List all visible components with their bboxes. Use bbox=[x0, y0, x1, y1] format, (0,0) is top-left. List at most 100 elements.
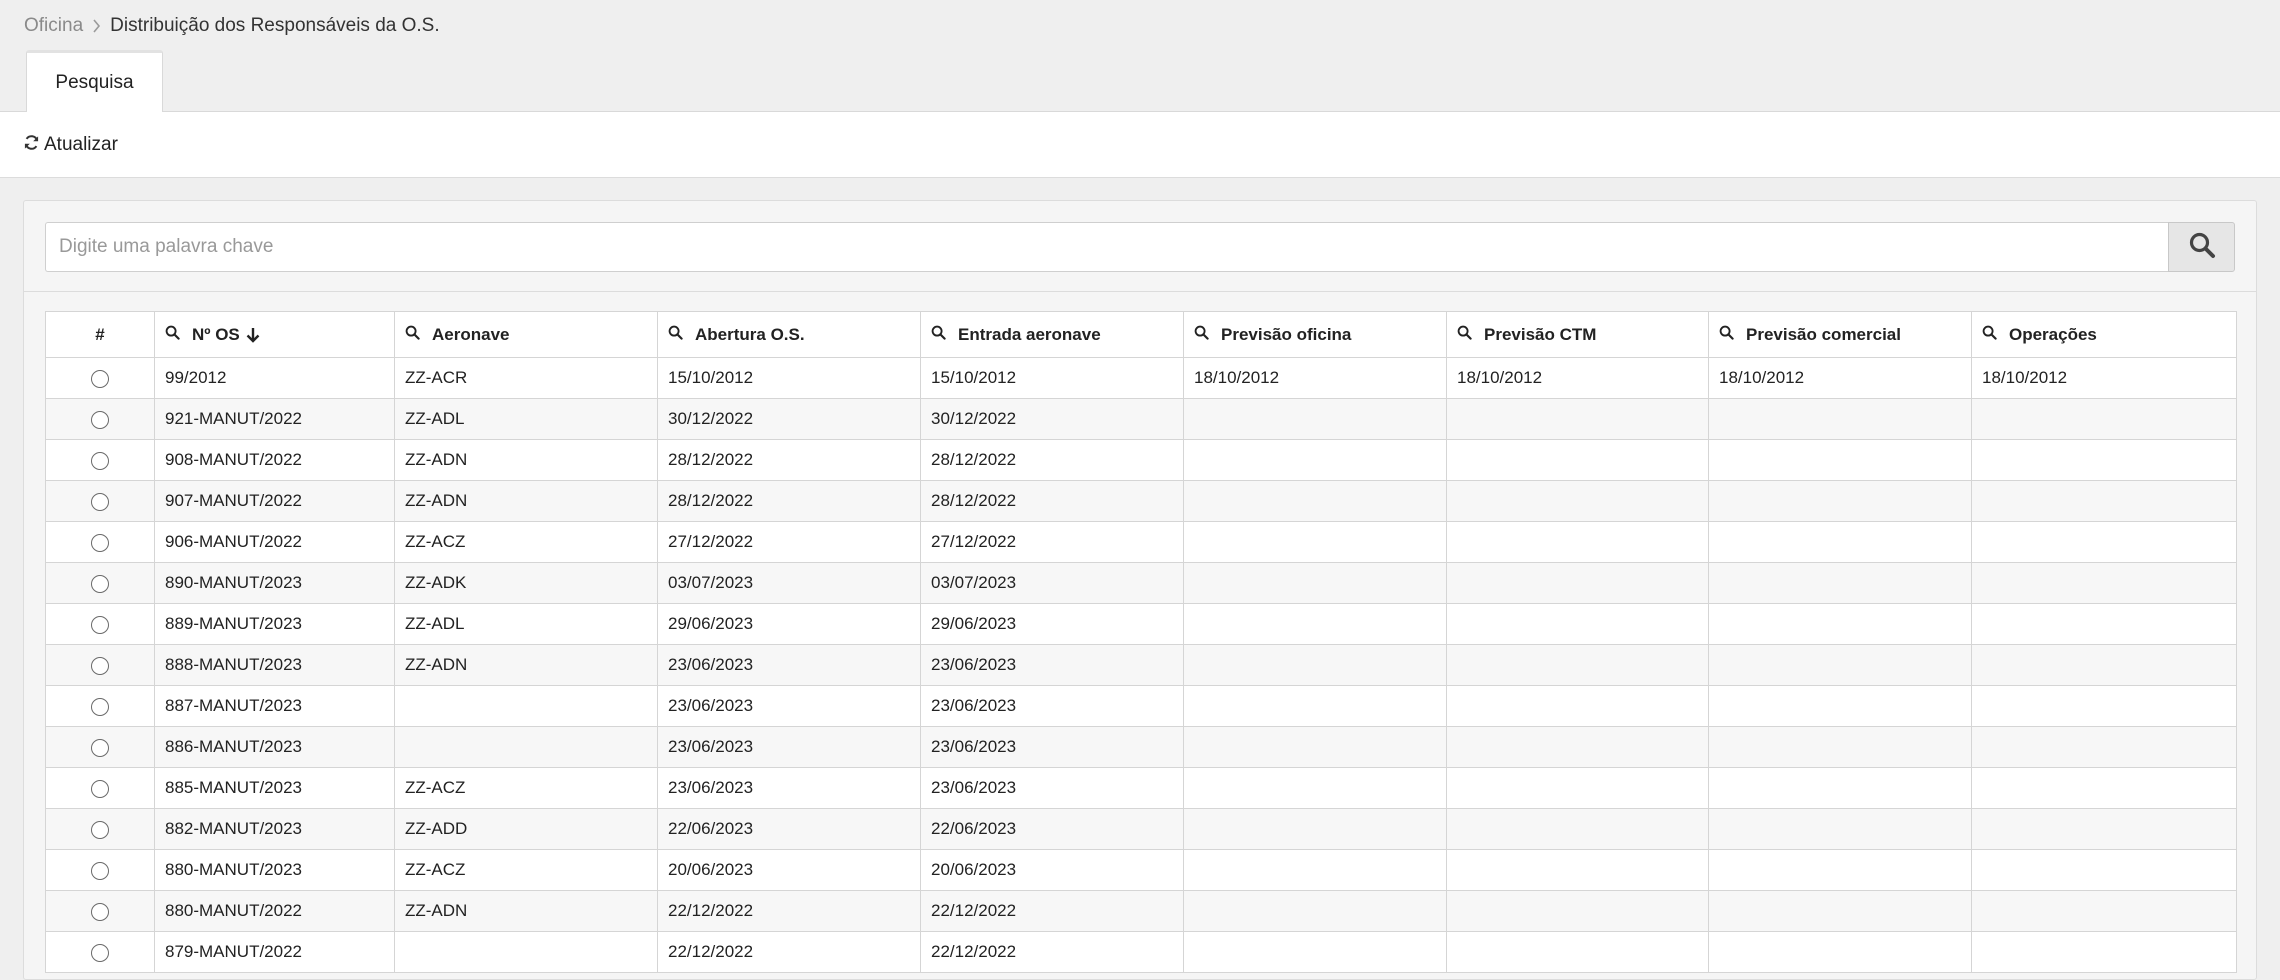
breadcrumb: Oficina Distribuição dos Responsáveis da… bbox=[24, 12, 440, 40]
row-radio[interactable] bbox=[91, 615, 109, 634]
table-row[interactable]: 890-MANUT/2023 ZZ-ADK 03/07/2023 03/07/2023 bbox=[45, 562, 2237, 604]
table-row[interactable]: 921-MANUT/2022 ZZ-ADL 30/12/2022 30/12/2022 bbox=[45, 398, 2237, 440]
cell-select bbox=[45, 398, 155, 440]
cell-previsao-ctm bbox=[1446, 562, 1709, 604]
cell-previsao-ctm bbox=[1446, 603, 1709, 645]
cell-select bbox=[45, 480, 155, 522]
column-header-previsao-ctm[interactable]: Previsão CTM bbox=[1446, 311, 1709, 358]
cell-entrada: 20/06/2023 bbox=[920, 849, 1184, 891]
row-radio[interactable] bbox=[91, 943, 109, 962]
cell-abertura: 23/06/2023 bbox=[657, 726, 921, 768]
row-radio[interactable] bbox=[91, 492, 109, 511]
cell-entrada: 23/06/2023 bbox=[920, 644, 1184, 686]
row-radio[interactable] bbox=[91, 369, 109, 388]
cell-previsao-ctm bbox=[1446, 808, 1709, 850]
cell-select bbox=[45, 603, 155, 645]
cell-aeronave: ZZ-ACZ bbox=[394, 767, 658, 809]
tab-pesquisa[interactable]: Pesquisa bbox=[26, 50, 163, 113]
search-bar bbox=[45, 222, 2235, 272]
search-icon[interactable] bbox=[1194, 325, 1221, 345]
table-row[interactable]: 888-MANUT/2023 ZZ-ADN 23/06/2023 23/06/2023 bbox=[45, 644, 2237, 686]
cell-entrada: 28/12/2022 bbox=[920, 439, 1184, 481]
column-label: Operações bbox=[2009, 324, 2097, 344]
row-radio[interactable] bbox=[91, 533, 109, 552]
cell-abertura: 23/06/2023 bbox=[657, 767, 921, 809]
row-radio[interactable] bbox=[91, 738, 109, 757]
search-icon[interactable] bbox=[1982, 325, 2009, 345]
cell-os: 889-MANUT/2023 bbox=[154, 603, 395, 645]
cell-previsao-ctm bbox=[1446, 890, 1709, 932]
row-radio[interactable] bbox=[91, 697, 109, 716]
cell-previsao-ctm: 18/10/2012 bbox=[1446, 357, 1709, 399]
search-icon[interactable] bbox=[1719, 325, 1746, 345]
cell-operacoes bbox=[1971, 603, 2237, 645]
table-row[interactable]: 99/2012 ZZ-ACR 15/10/2012 15/10/2012 18/10/2… bbox=[45, 357, 2237, 399]
cell-entrada: 30/12/2022 bbox=[920, 398, 1184, 440]
cell-entrada: 27/12/2022 bbox=[920, 521, 1184, 563]
column-header-os[interactable]: Nº OS bbox=[154, 311, 395, 358]
results-table-container: # Nº OS Aeronave Abertura O.S. Entrada a… bbox=[45, 311, 2237, 973]
table-row[interactable]: 880-MANUT/2022 ZZ-ADN 22/12/2022 22/12/2022 bbox=[45, 890, 2237, 932]
search-icon[interactable] bbox=[931, 325, 958, 345]
column-header-aeronave[interactable]: Aeronave bbox=[394, 311, 658, 358]
row-radio[interactable] bbox=[91, 779, 109, 798]
cell-previsao-comercial bbox=[1708, 480, 1972, 522]
row-radio[interactable] bbox=[91, 820, 109, 839]
cell-operacoes bbox=[1971, 398, 2237, 440]
cell-abertura: 28/12/2022 bbox=[657, 480, 921, 522]
cell-os: 879-MANUT/2022 bbox=[154, 931, 395, 973]
table-row[interactable]: 882-MANUT/2023 ZZ-ADD 22/06/2023 22/06/2023 bbox=[45, 808, 2237, 850]
cell-operacoes bbox=[1971, 849, 2237, 891]
column-header-entrada[interactable]: Entrada aeronave bbox=[920, 311, 1184, 358]
table-row[interactable]: 908-MANUT/2022 ZZ-ADN 28/12/2022 28/12/2022 bbox=[45, 439, 2237, 481]
cell-previsao-comercial bbox=[1708, 890, 1972, 932]
column-header-operacoes[interactable]: Operações bbox=[1971, 311, 2237, 358]
search-icon[interactable] bbox=[1457, 325, 1484, 345]
cell-entrada: 22/12/2022 bbox=[920, 931, 1184, 973]
table-row[interactable]: 879-MANUT/2022 22/12/2022 22/12/2022 bbox=[45, 931, 2237, 973]
search-input[interactable] bbox=[45, 222, 2168, 272]
arrow-down-icon bbox=[246, 327, 272, 343]
cell-os: 888-MANUT/2023 bbox=[154, 644, 395, 686]
cell-operacoes: 18/10/2012 bbox=[1971, 357, 2237, 399]
refresh-button[interactable]: Atualizar bbox=[23, 131, 118, 159]
row-radio[interactable] bbox=[91, 451, 109, 470]
search-icon[interactable] bbox=[405, 325, 432, 345]
column-label: Previsão CTM bbox=[1484, 324, 1597, 344]
column-header-previsao-oficina[interactable]: Previsão oficina bbox=[1183, 311, 1447, 358]
cell-os: 882-MANUT/2023 bbox=[154, 808, 395, 850]
column-header-previsao-comercial[interactable]: Previsão comercial bbox=[1708, 311, 1972, 358]
cell-entrada: 29/06/2023 bbox=[920, 603, 1184, 645]
page-title: Distribuição dos Responsáveis da O.S. bbox=[110, 15, 440, 36]
cell-previsao-comercial bbox=[1708, 767, 1972, 809]
column-header-abertura[interactable]: Abertura O.S. bbox=[657, 311, 921, 358]
table-row[interactable]: 880-MANUT/2023 ZZ-ACZ 20/06/2023 20/06/2023 bbox=[45, 849, 2237, 891]
cell-previsao-comercial bbox=[1708, 562, 1972, 604]
table-row[interactable]: 906-MANUT/2022 ZZ-ACZ 27/12/2022 27/12/2022 bbox=[45, 521, 2237, 563]
results-table: # Nº OS Aeronave Abertura O.S. Entrada a… bbox=[45, 311, 2237, 973]
table-row[interactable]: 886-MANUT/2023 23/06/2023 23/06/2023 bbox=[45, 726, 2237, 768]
search-icon[interactable] bbox=[165, 325, 192, 345]
cell-previsao-ctm bbox=[1446, 398, 1709, 440]
cell-abertura: 29/06/2023 bbox=[657, 603, 921, 645]
table-row[interactable]: 889-MANUT/2023 ZZ-ADL 29/06/2023 29/06/2023 bbox=[45, 603, 2237, 645]
cell-select bbox=[45, 521, 155, 563]
row-radio[interactable] bbox=[91, 902, 109, 921]
cell-previsao-oficina bbox=[1183, 521, 1447, 563]
cell-previsao-oficina bbox=[1183, 726, 1447, 768]
tab-strip: Pesquisa bbox=[0, 50, 2280, 113]
row-radio[interactable] bbox=[91, 656, 109, 675]
table-row[interactable]: 885-MANUT/2023 ZZ-ACZ 23/06/2023 23/06/2023 bbox=[45, 767, 2237, 809]
table-row[interactable]: 907-MANUT/2022 ZZ-ADN 28/12/2022 28/12/2022 bbox=[45, 480, 2237, 522]
column-label: Previsão oficina bbox=[1221, 324, 1352, 344]
breadcrumb-link-oficina[interactable]: Oficina bbox=[24, 15, 83, 37]
search-icon[interactable] bbox=[668, 325, 695, 345]
search-button[interactable] bbox=[2168, 222, 2235, 272]
row-radio[interactable] bbox=[91, 861, 109, 880]
row-radio[interactable] bbox=[91, 410, 109, 429]
cell-previsao-oficina bbox=[1183, 644, 1447, 686]
table-row[interactable]: 887-MANUT/2023 23/06/2023 23/06/2023 bbox=[45, 685, 2237, 727]
cell-operacoes bbox=[1971, 521, 2237, 563]
row-radio[interactable] bbox=[91, 574, 109, 593]
cell-aeronave bbox=[394, 726, 658, 768]
